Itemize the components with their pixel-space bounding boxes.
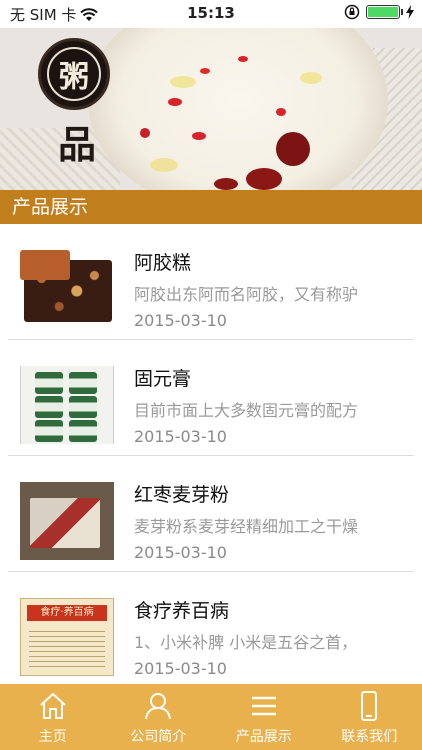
product-thumbnail (20, 250, 114, 328)
poster-title: 食疗·养百病 (27, 605, 107, 621)
product-title: 阿胶糕 (134, 252, 192, 274)
charging-icon (406, 5, 414, 19)
list-item[interactable]: 阿胶糕 阿胶出东阿而名阿胶，又有称驴 2015-03-10 (0, 224, 422, 340)
product-title: 红枣麦芽粉 (134, 484, 230, 506)
status-bar: 无 SIM 卡 15:13 (0, 0, 422, 28)
porridge-bowl-image (88, 28, 388, 190)
tab-contact[interactable]: 联系我们 (317, 684, 422, 750)
hero-banner: 粥 品 (0, 28, 422, 190)
tab-label: 联系我们 (341, 729, 398, 745)
person-icon (145, 693, 172, 720)
product-description: 麦芽粉系麦芽经精细加工之干燥 (134, 517, 359, 536)
product-thumbnail (20, 482, 114, 560)
brand-logo: 粥 (38, 38, 110, 110)
list-item[interactable]: 红枣麦芽粉 麦芽粉系麦芽经精细加工之干燥 2015-03-10 (0, 456, 422, 572)
tab-about[interactable]: 公司简介 (106, 684, 212, 750)
product-thumbnail (20, 366, 114, 444)
menu-icon (251, 696, 276, 716)
product-date: 2015-03-10 (134, 659, 227, 678)
list-item[interactable]: 食疗·养百病 食疗养百病 1、小米补脾 小米是五谷之首， 2015-03-10 (0, 572, 422, 684)
product-description: 阿胶出东阿而名阿胶，又有称驴 (134, 285, 359, 304)
logo-sub-text: 品 (58, 122, 97, 167)
product-description: 目前市面上大多数固元膏的配方 (134, 401, 359, 420)
rotation-lock-icon (344, 4, 360, 20)
home-icon (40, 693, 66, 719)
tab-label: 主页 (38, 729, 67, 745)
product-description: 1、小米补脾 小米是五谷之首， (134, 633, 358, 652)
product-date: 2015-03-10 (134, 311, 227, 330)
section-title: 产品展示 (0, 190, 422, 224)
battery-icon (366, 5, 403, 19)
product-title: 食疗养百病 (134, 600, 230, 622)
bottom-tab-bar: 主页 公司简介 产品展示 联系我们 (0, 684, 422, 750)
phone-icon (361, 691, 378, 721)
tab-label: 公司简介 (130, 729, 187, 745)
logo-main-text: 粥 (47, 47, 101, 101)
tab-products[interactable]: 产品展示 (211, 684, 317, 750)
product-date: 2015-03-10 (134, 427, 227, 446)
list-item[interactable]: 固元膏 目前市面上大多数固元膏的配方 2015-03-10 (0, 340, 422, 456)
status-right (344, 4, 414, 20)
product-title: 固元膏 (134, 368, 192, 390)
product-date: 2015-03-10 (134, 543, 227, 562)
tab-label: 产品展示 (235, 729, 292, 745)
tab-home[interactable]: 主页 (0, 684, 106, 750)
product-list: 阿胶糕 阿胶出东阿而名阿胶，又有称驴 2015-03-10 固元膏 目前市面上大… (0, 224, 422, 684)
product-thumbnail: 食疗·养百病 (20, 598, 114, 676)
